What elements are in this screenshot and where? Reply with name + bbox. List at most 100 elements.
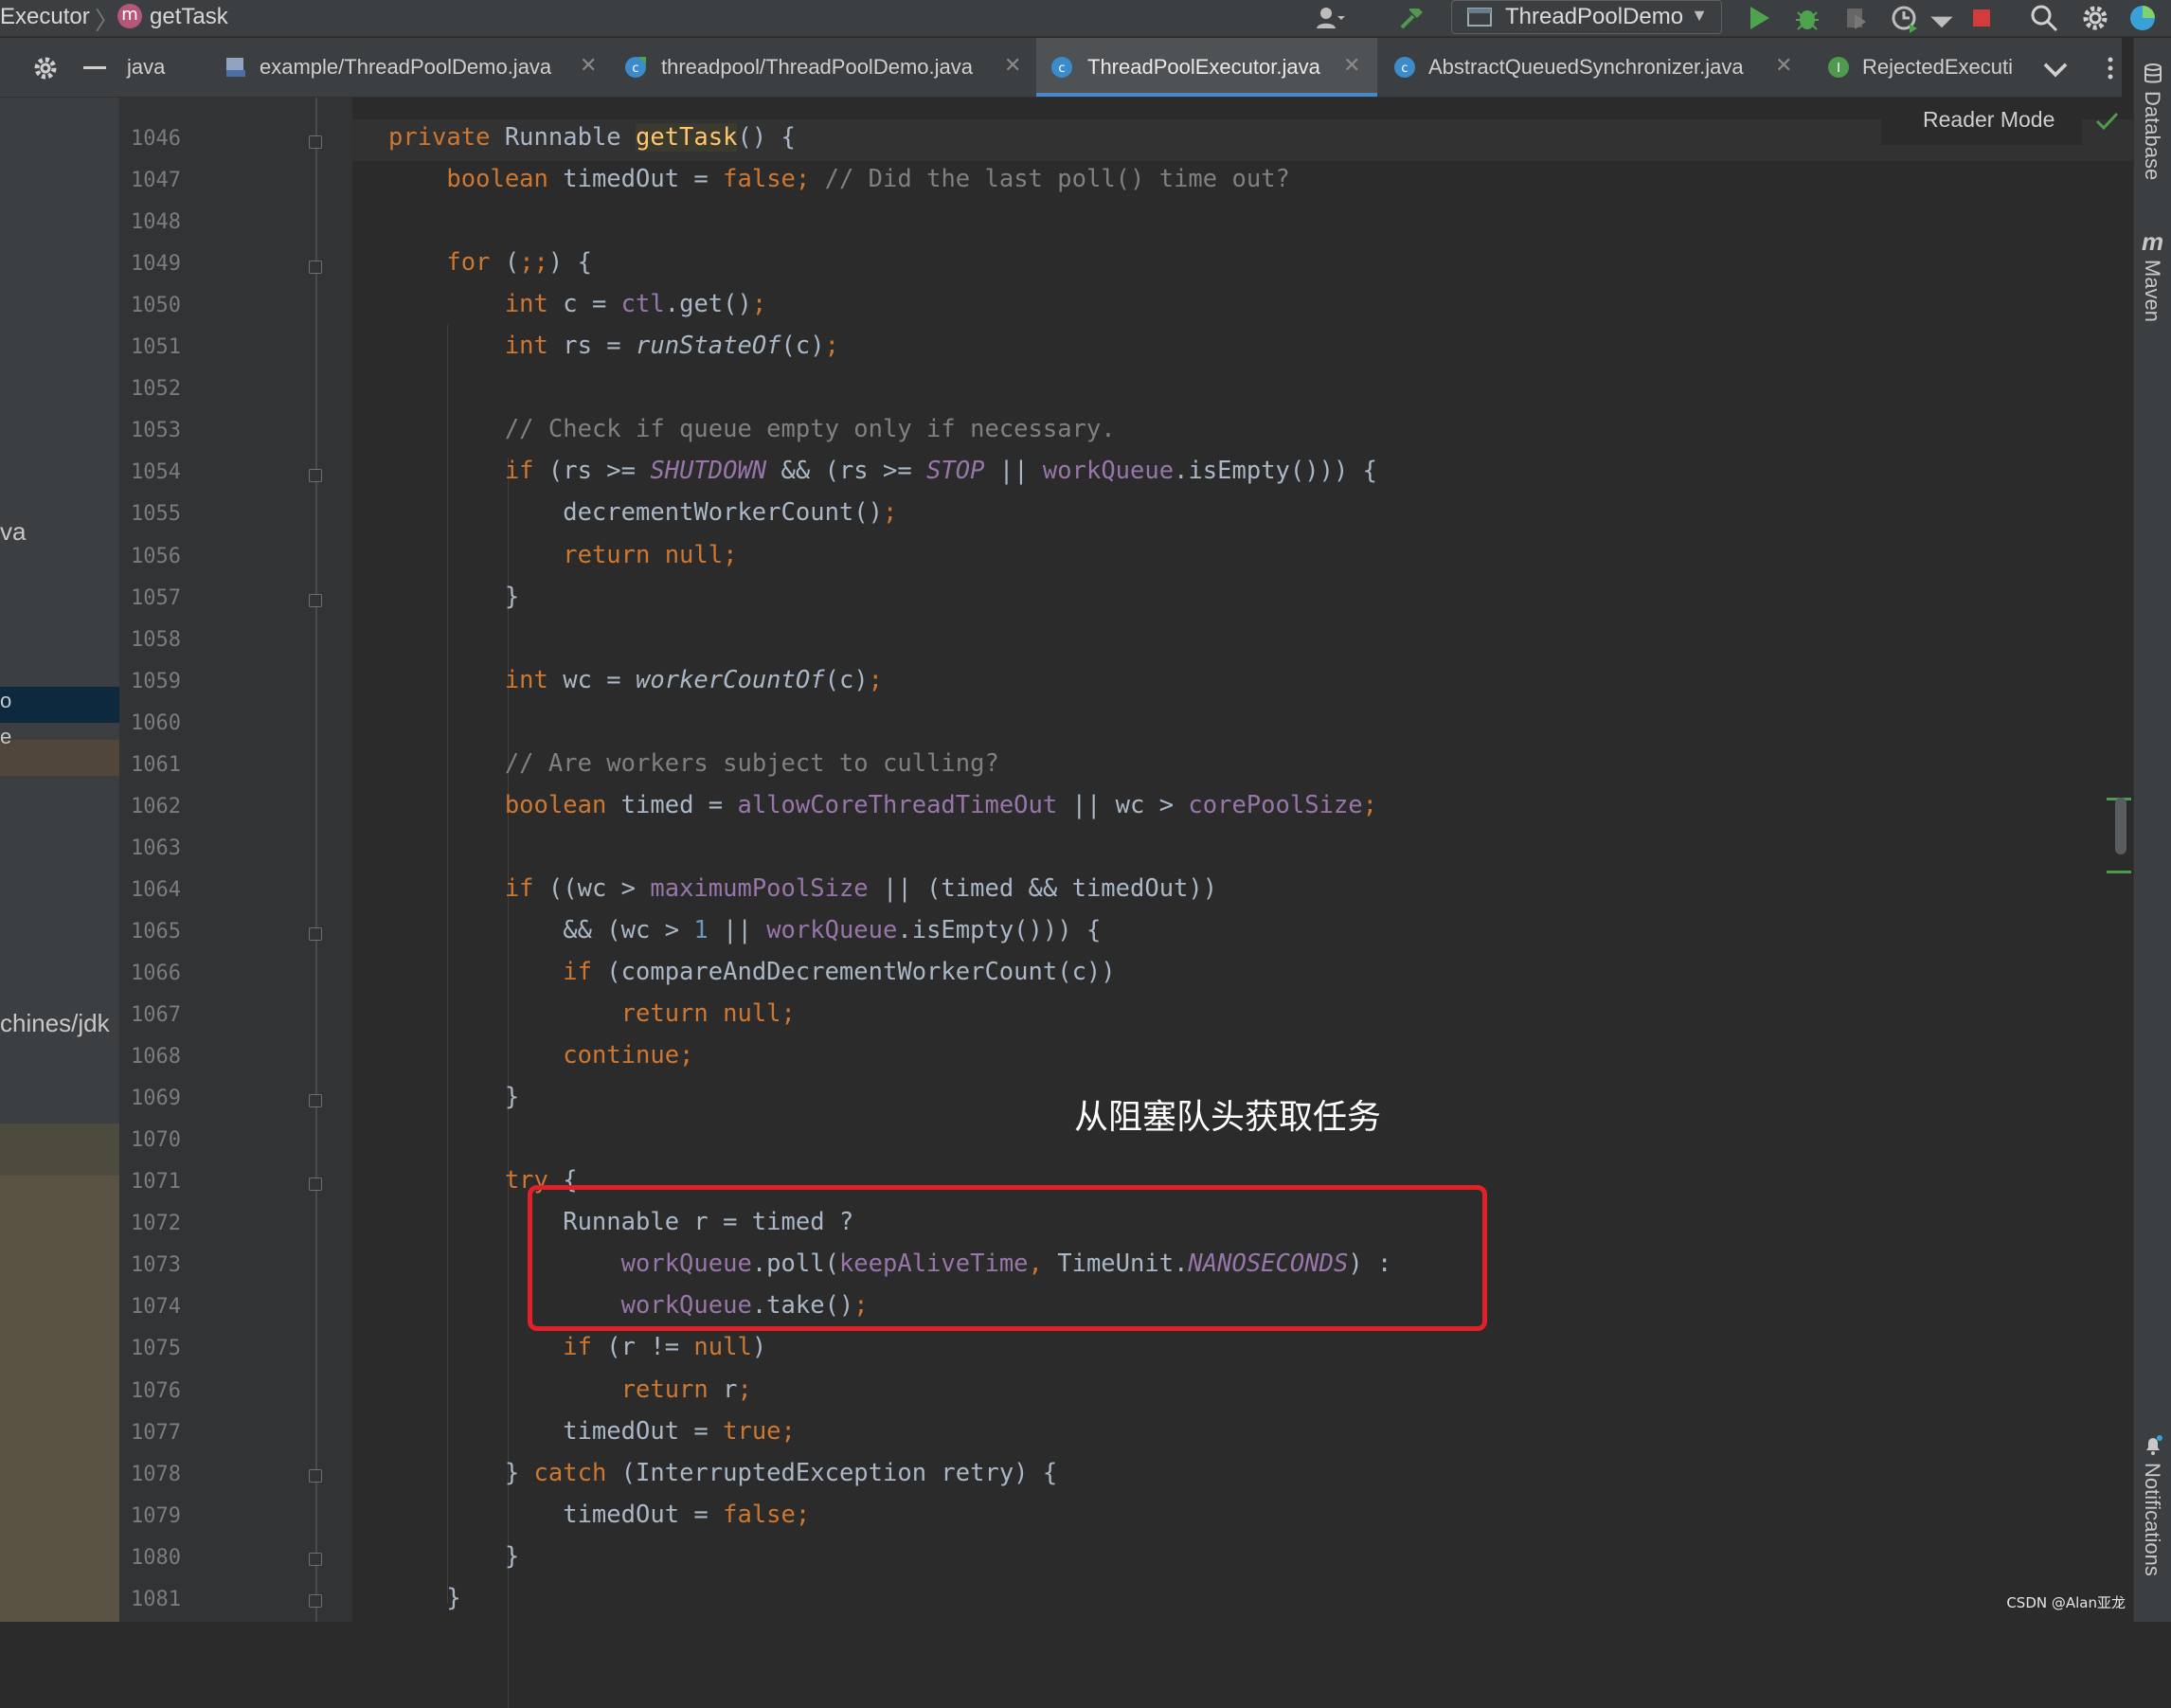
line-number[interactable]: 1075: [131, 1337, 206, 1360]
fold-icon[interactable]: [309, 1553, 322, 1566]
database-tool-label[interactable]: Database: [2140, 91, 2164, 180]
line-number[interactable]: 1055: [131, 502, 206, 526]
debug-bug-icon[interactable]: [1792, 3, 1822, 33]
code-line[interactable]: if ((wc > maximumPoolSize || (timed && t…: [388, 874, 1217, 916]
fold-icon[interactable]: [309, 261, 322, 274]
fold-icon[interactable]: [309, 927, 322, 941]
user-account-icon[interactable]: [1315, 3, 1345, 33]
tree-row[interactable]: va: [0, 517, 26, 547]
tree-row[interactable]: o: [0, 689, 11, 713]
line-number[interactable]: 1072: [131, 1212, 206, 1235]
line-number[interactable]: 1056: [131, 545, 206, 568]
tab-rejectedexecutionhandler[interactable]: I RejectedExecuti: [1815, 38, 2023, 97]
line-number[interactable]: 1047: [131, 169, 206, 192]
more-options-icon[interactable]: [2095, 55, 2113, 85]
code-line[interactable]: if (rs >= SHUTDOWN && (rs >= STOP || wor…: [388, 457, 1377, 498]
line-number[interactable]: 1068: [131, 1045, 206, 1069]
line-number[interactable]: 1070: [131, 1128, 206, 1152]
line-number[interactable]: 1063: [131, 836, 206, 860]
scrollbar-thumb[interactable]: [2115, 798, 2126, 854]
code-line[interactable]: return null;: [388, 999, 796, 1041]
settings-gear-icon[interactable]: [2080, 3, 2110, 33]
fold-icon[interactable]: [309, 1594, 322, 1608]
build-hammer-icon[interactable]: [1396, 3, 1426, 33]
line-number[interactable]: 1052: [131, 377, 206, 401]
code-line[interactable]: for (;;) {: [388, 248, 592, 290]
code-line[interactable]: if (compareAndDecrementWorkerCount(c)): [388, 958, 1115, 999]
fold-icon[interactable]: [309, 1469, 322, 1483]
close-icon[interactable]: ✕: [1343, 53, 1360, 78]
code-editor[interactable]: private Runnable getTask() { boolean tim…: [352, 98, 2133, 1708]
tree-row[interactable]: e: [0, 725, 11, 749]
code-line[interactable]: }: [388, 1542, 519, 1584]
notifications-bell-icon[interactable]: [2142, 1434, 2164, 1457]
code-line[interactable]: int c = ctl.get();: [388, 290, 766, 332]
code-line[interactable]: int rs = runStateOf(c);: [388, 332, 839, 373]
fold-icon[interactable]: [309, 469, 322, 482]
code-line[interactable]: decrementWorkerCount();: [388, 498, 897, 540]
code-line[interactable]: boolean timedOut = false; // Did the las…: [388, 165, 1289, 207]
line-number[interactable]: 1059: [131, 670, 206, 693]
line-number[interactable]: 1060: [131, 711, 206, 735]
maven-tool-label[interactable]: Maven: [2140, 260, 2164, 322]
line-number[interactable]: 1080: [131, 1546, 206, 1570]
line-number[interactable]: 1073: [131, 1253, 206, 1277]
settings-gear-icon[interactable]: [30, 53, 61, 83]
line-number[interactable]: 1081: [131, 1588, 206, 1611]
line-number[interactable]: 1078: [131, 1463, 206, 1486]
code-line[interactable]: // Check if queue empty only if necessar…: [388, 415, 1116, 457]
code-line[interactable]: boolean timed = allowCoreThreadTimeOut |…: [388, 791, 1377, 833]
close-icon[interactable]: ✕: [1004, 53, 1021, 78]
highlighted-tree-row[interactable]: [0, 740, 119, 776]
notifications-tool-label[interactable]: Notifications: [2140, 1463, 2164, 1576]
line-number[interactable]: 1051: [131, 335, 206, 359]
code-line[interactable]: if (r != null): [388, 1333, 766, 1375]
line-number[interactable]: 1057: [131, 586, 206, 610]
fold-icon[interactable]: [309, 1094, 322, 1107]
line-number[interactable]: 1071: [131, 1170, 206, 1194]
check-icon[interactable]: [2093, 107, 2120, 134]
maven-icon[interactable]: m: [2142, 227, 2163, 257]
line-number[interactable]: 1065: [131, 920, 206, 944]
line-number[interactable]: 1053: [131, 419, 206, 442]
line-number[interactable]: 1054: [131, 460, 206, 484]
chevron-down-icon[interactable]: [1927, 6, 1953, 36]
fold-icon[interactable]: [309, 1178, 322, 1191]
code-line[interactable]: }: [388, 1083, 519, 1124]
code-line[interactable]: return r;: [388, 1375, 752, 1417]
code-line[interactable]: timedOut = true;: [388, 1417, 796, 1459]
line-number[interactable]: 1079: [131, 1504, 206, 1528]
line-number[interactable]: 1058: [131, 628, 206, 652]
search-icon[interactable]: [2029, 3, 2059, 33]
code-line[interactable]: }: [388, 583, 519, 624]
collapse-minus-icon[interactable]: [80, 53, 110, 83]
tab-java[interactable]: java: [121, 38, 212, 97]
line-number[interactable]: 1067: [131, 1003, 206, 1027]
code-line[interactable]: }: [388, 1584, 460, 1626]
tab-example-threadpooldemo[interactable]: example/ThreadPoolDemo.java ✕: [214, 38, 612, 97]
fold-icon[interactable]: [309, 135, 322, 149]
line-number[interactable]: 1077: [131, 1421, 206, 1445]
chevron-down-icon[interactable]: [2040, 55, 2068, 85]
breadcrumb-class[interactable]: Executor: [0, 4, 90, 30]
line-number[interactable]: 1074: [131, 1295, 206, 1319]
fold-icon[interactable]: [309, 594, 322, 607]
line-number[interactable]: 1076: [131, 1379, 206, 1403]
reader-mode-toggle[interactable]: Reader Mode: [1881, 98, 2082, 145]
selected-tree-row[interactable]: [0, 687, 119, 723]
close-icon[interactable]: ✕: [580, 53, 597, 78]
line-number[interactable]: 1048: [131, 210, 206, 234]
tab-abstractqueuedsynchronizer[interactable]: c AbstractQueuedSynchronizer.java ✕: [1385, 38, 1802, 97]
code-line[interactable]: } catch (InterruptedException retry) {: [388, 1459, 1057, 1501]
line-number[interactable]: 1046: [131, 127, 206, 151]
line-number[interactable]: 1049: [131, 252, 206, 276]
line-number[interactable]: 1061: [131, 753, 206, 777]
coverage-icon[interactable]: [1841, 3, 1872, 33]
line-number[interactable]: 1069: [131, 1087, 206, 1110]
line-number[interactable]: 1050: [131, 294, 206, 317]
code-line[interactable]: continue;: [388, 1041, 693, 1083]
run-icon[interactable]: [1743, 3, 1773, 33]
tab-threadpoolexecutor[interactable]: c ThreadPoolExecutor.java ✕: [1036, 38, 1377, 97]
code-line[interactable]: // Are workers subject to culling?: [388, 749, 999, 791]
code-line[interactable]: int wc = workerCountOf(c);: [388, 666, 883, 708]
